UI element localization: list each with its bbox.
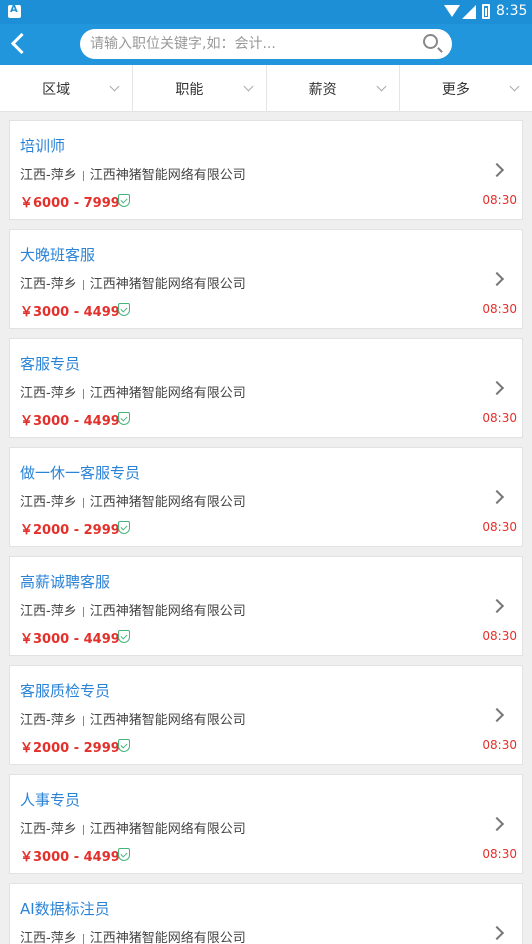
job-card[interactable]: 大晚班客服 江西-萍乡 江西神猪智能网络有限公司 ￥3000 - 4499 08:…: [9, 229, 523, 329]
company-name: 江西神猪智能网络有限公司: [89, 386, 246, 401]
chevron-right-icon: [489, 380, 505, 396]
job-time: 08:30: [482, 629, 517, 643]
job-time: 08:30: [482, 193, 517, 207]
job-company-line: 江西-萍乡 江西神猪智能网络有限公司: [20, 818, 246, 837]
job-card[interactable]: AI数据标注员 江西-萍乡 江西神猪智能网络有限公司: [9, 883, 523, 944]
filter-area[interactable]: 区域: [0, 65, 134, 111]
job-salary: ￥3000 - 4499: [20, 632, 120, 647]
job-title: 做一休一客服专员: [20, 464, 141, 482]
separator: [82, 497, 84, 508]
signal-icon: [462, 5, 476, 19]
job-salary: ￥3000 - 4499: [20, 850, 120, 865]
job-salary: ￥2000 - 2999: [20, 741, 120, 756]
job-card[interactable]: 客服专员 江西-萍乡 江西神猪智能网络有限公司 ￥3000 - 4499 08:3…: [9, 338, 523, 438]
chevron-right-icon: [489, 598, 505, 614]
job-location: 江西-萍乡: [20, 386, 77, 401]
back-arrow-icon[interactable]: [6, 30, 34, 58]
verified-shield-icon: [118, 412, 130, 425]
company-name: 江西神猪智能网络有限公司: [89, 495, 246, 510]
company-name: 江西神猪智能网络有限公司: [89, 822, 246, 837]
job-title: 客服专员: [20, 355, 81, 373]
separator: [82, 824, 84, 835]
job-company-line: 江西-萍乡 江西神猪智能网络有限公司: [20, 709, 246, 728]
job-title: 高薪诚聘客服: [20, 573, 111, 591]
job-location: 江西-萍乡: [20, 931, 77, 944]
job-location: 江西-萍乡: [20, 604, 77, 619]
job-card[interactable]: 高薪诚聘客服 江西-萍乡 江西神猪智能网络有限公司 ￥3000 - 4499 08…: [9, 556, 523, 656]
verified-shield-icon: [118, 194, 130, 207]
filter-label: 区域: [42, 82, 71, 98]
filter-label: 职能: [175, 82, 204, 98]
chevron-right-icon: [489, 489, 505, 505]
separator: [82, 715, 84, 726]
separator: [82, 606, 84, 617]
verified-shield-icon: [118, 303, 130, 316]
verified-shield-icon: [118, 630, 130, 643]
chevron-right-icon: [489, 816, 505, 832]
separator: [82, 170, 84, 181]
job-company-line: 江西-萍乡 江西神猪智能网络有限公司: [20, 927, 246, 944]
search-input[interactable]: [90, 32, 410, 56]
wifi-icon: [444, 5, 460, 17]
verified-shield-icon: [118, 521, 130, 534]
chevron-right-icon: [489, 271, 505, 287]
search-box[interactable]: [80, 29, 452, 59]
company-name: 江西神猪智能网络有限公司: [89, 168, 246, 183]
company-name: 江西神猪智能网络有限公司: [89, 931, 246, 944]
job-location: 江西-萍乡: [20, 168, 77, 183]
separator: [82, 933, 84, 944]
job-salary: ￥3000 - 4499: [20, 305, 120, 320]
job-salary: ￥6000 - 7999: [20, 196, 120, 211]
chevron-right-icon: [489, 707, 505, 723]
top-navbar: [0, 24, 532, 65]
job-time: 08:30: [482, 847, 517, 861]
job-company-line: 江西-萍乡 江西神猪智能网络有限公司: [20, 164, 246, 183]
battery-icon: [482, 4, 490, 19]
job-card[interactable]: 客服质检专员 江西-萍乡 江西神猪智能网络有限公司 ￥2000 - 2999 08…: [9, 665, 523, 765]
company-name: 江西神猪智能网络有限公司: [89, 713, 246, 728]
job-card[interactable]: 做一休一客服专员 江西-萍乡 江西神猪智能网络有限公司 ￥2000 - 2999 …: [9, 447, 523, 547]
job-salary: ￥3000 - 4499: [20, 414, 120, 429]
chevron-right-icon: [489, 925, 505, 941]
filter-label: 更多: [441, 82, 470, 98]
job-title: 客服质检专员: [20, 682, 111, 700]
chevron-right-icon: [489, 162, 505, 178]
filter-function[interactable]: 职能: [133, 65, 267, 111]
notification-icon: [8, 4, 21, 18]
job-salary: ￥2000 - 2999: [20, 523, 120, 538]
job-company-line: 江西-萍乡 江西神猪智能网络有限公司: [20, 273, 246, 292]
job-time: 08:30: [482, 302, 517, 316]
separator: [82, 388, 84, 399]
company-name: 江西神猪智能网络有限公司: [89, 604, 246, 619]
job-location: 江西-萍乡: [20, 713, 77, 728]
job-company-line: 江西-萍乡 江西神猪智能网络有限公司: [20, 382, 246, 401]
job-location: 江西-萍乡: [20, 277, 77, 292]
status-bar: 8:35: [0, 0, 532, 24]
job-location: 江西-萍乡: [20, 495, 77, 510]
job-title: 人事专员: [20, 791, 81, 809]
job-title: 培训师: [20, 137, 66, 155]
company-name: 江西神猪智能网络有限公司: [89, 277, 246, 292]
filter-bar: 区域 职能 薪资 更多: [0, 65, 532, 112]
filter-more[interactable]: 更多: [400, 65, 532, 111]
job-time: 08:30: [482, 738, 517, 752]
verified-shield-icon: [118, 848, 130, 861]
job-time: 08:30: [482, 520, 517, 534]
job-title: 大晚班客服: [20, 246, 96, 264]
job-time: 08:30: [482, 411, 517, 425]
filter-salary[interactable]: 薪资: [267, 65, 400, 111]
job-title: AI数据标注员: [20, 900, 110, 918]
job-location: 江西-萍乡: [20, 822, 77, 837]
status-time: 8:35: [496, 3, 528, 19]
job-card[interactable]: 人事专员 江西-萍乡 江西神猪智能网络有限公司 ￥3000 - 4499 08:3…: [9, 774, 523, 874]
verified-shield-icon: [118, 739, 130, 752]
search-icon[interactable]: [423, 34, 438, 49]
filter-label: 薪资: [308, 82, 337, 98]
separator: [82, 279, 84, 290]
job-company-line: 江西-萍乡 江西神猪智能网络有限公司: [20, 600, 246, 619]
job-card[interactable]: 培训师 江西-萍乡 江西神猪智能网络有限公司 ￥6000 - 7999 08:30: [9, 120, 523, 220]
job-company-line: 江西-萍乡 江西神猪智能网络有限公司: [20, 491, 246, 510]
